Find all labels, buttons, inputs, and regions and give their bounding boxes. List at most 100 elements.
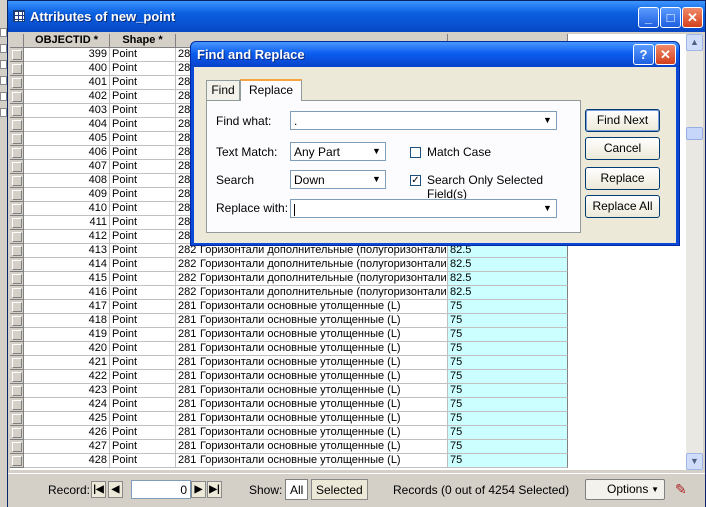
search-selected-checkbox[interactable]: ✓ — [410, 175, 421, 186]
match-case-checkbox[interactable] — [410, 147, 421, 158]
cell-value[interactable]: 82.5 — [448, 272, 568, 286]
options-button[interactable]: Options ▼ — [585, 479, 665, 500]
next-record-icon[interactable]: ▶ — [191, 481, 206, 498]
table-row[interactable]: 420 Point 281 Горизонтали основные утолщенн… — [10, 342, 690, 356]
cell-id[interactable]: 409 — [24, 188, 110, 202]
row-selector[interactable] — [10, 202, 24, 216]
cell-shape[interactable]: Point — [110, 258, 176, 272]
cell-code[interactable]: 281 — [176, 398, 198, 412]
cell-value[interactable]: 75 — [448, 314, 568, 328]
row-selector[interactable] — [10, 328, 24, 342]
cell-shape[interactable]: Point — [110, 132, 176, 146]
cell-value[interactable]: 75 — [448, 440, 568, 454]
cell-id[interactable]: 405 — [24, 132, 110, 146]
table-row[interactable]: 417 Point 281 Горизонтали основные утолщенн… — [10, 300, 690, 314]
table-row[interactable]: 427 Point 281 Горизонтали основные утолщенн… — [10, 440, 690, 454]
row-selector[interactable] — [10, 118, 24, 132]
tab-find[interactable]: Find — [206, 80, 240, 100]
cell-value[interactable]: 75 — [448, 412, 568, 426]
cell-id[interactable]: 420 — [24, 342, 110, 356]
cell-name[interactable]: Горизонтали дополнительные (полугоризонт… — [198, 286, 448, 300]
cell-id[interactable]: 428 — [24, 454, 110, 468]
cell-id[interactable]: 402 — [24, 90, 110, 104]
find-what-combo[interactable]: . ▼ — [290, 111, 557, 130]
chevron-down-icon[interactable]: ▼ — [540, 201, 555, 216]
table-row[interactable]: 418 Point 281 Горизонтали основные утолщенн… — [10, 314, 690, 328]
cell-value[interactable]: 82.5 — [448, 258, 568, 272]
cell-id[interactable]: 404 — [24, 118, 110, 132]
row-selector[interactable] — [10, 76, 24, 90]
cell-shape[interactable]: Point — [110, 426, 176, 440]
row-selector[interactable] — [10, 258, 24, 272]
cell-id[interactable]: 419 — [24, 328, 110, 342]
cell-id[interactable]: 412 — [24, 230, 110, 244]
row-selector[interactable] — [10, 216, 24, 230]
cell-shape[interactable]: Point — [110, 90, 176, 104]
row-selector[interactable] — [10, 230, 24, 244]
cell-id[interactable]: 427 — [24, 440, 110, 454]
cell-shape[interactable]: Point — [110, 398, 176, 412]
cell-value[interactable]: 75 — [448, 398, 568, 412]
cell-code[interactable]: 281 — [176, 356, 198, 370]
cell-shape[interactable]: Point — [110, 62, 176, 76]
cell-shape[interactable]: Point — [110, 48, 176, 62]
cell-name[interactable]: Горизонтали основные утолщенные (L) — [198, 398, 448, 412]
cell-id[interactable]: 418 — [24, 314, 110, 328]
cell-name[interactable]: Горизонтали основные утолщенные (L) — [198, 454, 448, 468]
row-selector[interactable] — [10, 426, 24, 440]
last-record-icon[interactable]: ▶| — [207, 481, 222, 498]
cell-name[interactable]: Горизонтали основные утолщенные (L) — [198, 314, 448, 328]
show-all-button[interactable]: All — [285, 479, 309, 500]
cell-value[interactable]: 75 — [448, 370, 568, 384]
cell-value[interactable]: 75 — [448, 454, 568, 468]
cell-id[interactable]: 414 — [24, 258, 110, 272]
dialog-close-button[interactable]: ✕ — [655, 44, 676, 65]
cell-shape[interactable]: Point — [110, 314, 176, 328]
cell-shape[interactable]: Point — [110, 454, 176, 468]
cell-code[interactable]: 281 — [176, 342, 198, 356]
cell-id[interactable]: 423 — [24, 384, 110, 398]
table-row[interactable]: 416 Point 282 Горизонтали дополнительные (п… — [10, 286, 690, 300]
search-direction-select[interactable]: Down ▼ — [290, 170, 386, 189]
row-selector[interactable] — [10, 62, 24, 76]
first-record-icon[interactable]: |◀ — [91, 481, 106, 498]
row-selector[interactable] — [10, 104, 24, 118]
cell-code[interactable]: 282 — [176, 244, 198, 258]
replace-button[interactable]: Replace — [585, 167, 660, 190]
cell-value[interactable]: 75 — [448, 328, 568, 342]
cell-code[interactable]: 281 — [176, 440, 198, 454]
cell-id[interactable]: 411 — [24, 216, 110, 230]
vertical-scrollbar[interactable]: ▲ ▼ — [686, 34, 703, 470]
cell-id[interactable]: 408 — [24, 174, 110, 188]
cell-id[interactable]: 400 — [24, 62, 110, 76]
cell-shape[interactable]: Point — [110, 328, 176, 342]
row-selector[interactable] — [10, 412, 24, 426]
table-row[interactable]: 413 Point 282 Горизонтали дополнительные (п… — [10, 244, 690, 258]
cell-shape[interactable]: Point — [110, 244, 176, 258]
cell-name[interactable]: Горизонтали основные утолщенные (L) — [198, 384, 448, 398]
text-match-select[interactable]: Any Part ▼ — [290, 142, 386, 161]
cell-name[interactable]: Горизонтали основные утолщенные (L) — [198, 356, 448, 370]
table-row[interactable]: 428 Point 281 Горизонтали основные утолщенн… — [10, 454, 690, 468]
cell-code[interactable]: 281 — [176, 426, 198, 440]
cell-name[interactable]: Горизонтали основные утолщенные (L) — [198, 370, 448, 384]
cell-code[interactable]: 281 — [176, 384, 198, 398]
cell-shape[interactable]: Point — [110, 370, 176, 384]
cell-value[interactable]: 82.5 — [448, 286, 568, 300]
row-selector[interactable] — [10, 384, 24, 398]
record-input[interactable]: 0 — [131, 480, 191, 499]
header-shape[interactable]: Shape * — [110, 34, 176, 48]
cell-name[interactable]: Горизонтали основные утолщенные (L) — [198, 426, 448, 440]
cell-name[interactable]: Горизонтали дополнительные (полугоризонт… — [198, 244, 448, 258]
row-selector[interactable] — [10, 160, 24, 174]
cell-id[interactable]: 407 — [24, 160, 110, 174]
table-row[interactable]: 424 Point 281 Горизонтали основные утолщенн… — [10, 398, 690, 412]
cell-value[interactable]: 75 — [448, 342, 568, 356]
cell-value[interactable]: 75 — [448, 426, 568, 440]
cell-name[interactable]: Горизонтали основные утолщенные (L) — [198, 328, 448, 342]
cell-name[interactable]: Горизонтали основные утолщенные (L) — [198, 440, 448, 454]
cell-value[interactable]: 75 — [448, 356, 568, 370]
cell-value[interactable]: 75 — [448, 384, 568, 398]
cell-shape[interactable]: Point — [110, 76, 176, 90]
cell-value[interactable]: 82.5 — [448, 244, 568, 258]
